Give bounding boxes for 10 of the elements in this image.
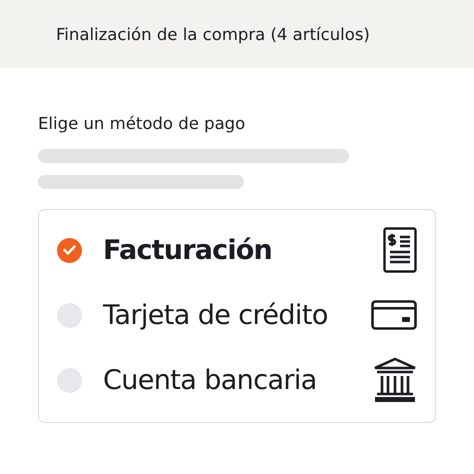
check-icon bbox=[63, 245, 76, 255]
credit-card-icon bbox=[371, 300, 417, 330]
payment-option-label: Cuenta bancaria bbox=[103, 364, 318, 396]
payment-option-label: Facturación bbox=[103, 234, 273, 266]
invoice-icon bbox=[383, 227, 417, 273]
bank-icon bbox=[373, 357, 417, 403]
page-title: Finalización de la compra (4 artículos) bbox=[56, 24, 370, 44]
section-heading: Elige un método de pago bbox=[38, 114, 246, 133]
payment-option-label: Tarjeta de crédito bbox=[103, 300, 329, 330]
radio-button[interactable] bbox=[57, 238, 82, 262]
